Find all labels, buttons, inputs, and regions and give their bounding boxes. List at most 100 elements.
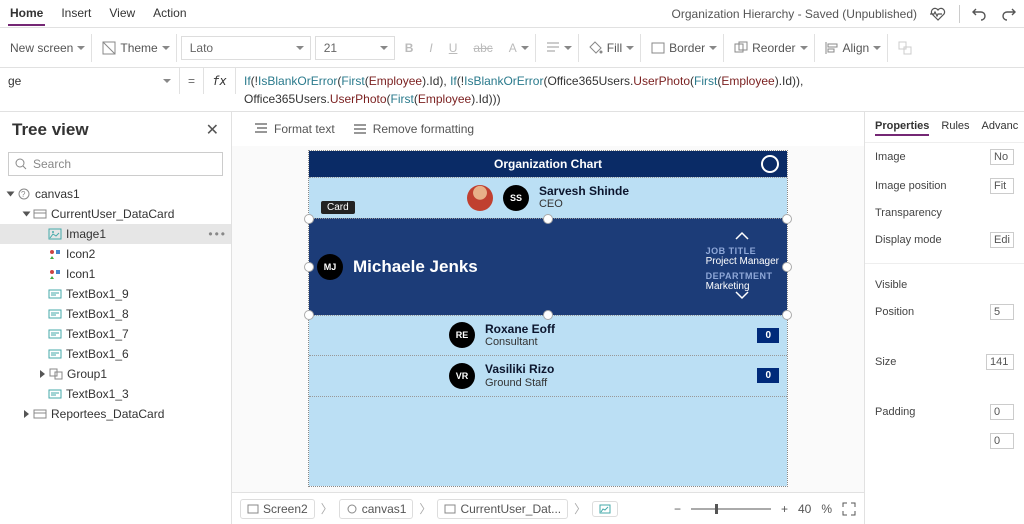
prop-padding-value2[interactable] [990, 433, 1014, 449]
search-placeholder: Search [33, 157, 71, 171]
image-icon [599, 504, 611, 514]
properties-pane: Properties Rules Advanc Image Image posi… [864, 112, 1024, 524]
report-row[interactable]: VR Vasiliki RizoGround Staff 0 [309, 355, 787, 396]
theme-icon [102, 41, 116, 55]
tree-search[interactable]: Search [8, 152, 223, 176]
tree-item-canvas1[interactable]: ?canvas1 [0, 184, 231, 204]
font-size-select[interactable]: 21 [315, 36, 395, 60]
count-badge: 0 [757, 368, 779, 383]
health-icon[interactable] [929, 6, 947, 22]
datacard-icon [33, 208, 47, 220]
format-text-button[interactable]: Format text [254, 122, 335, 136]
prop-padding-value[interactable] [990, 404, 1014, 420]
search-icon [15, 158, 27, 170]
ribbon: New screen Theme Lato 21 B I U abc A Fil… [0, 28, 1024, 68]
strike-button[interactable]: abc [467, 34, 498, 62]
report-role: Consultant [485, 336, 555, 349]
prop-position-value[interactable] [990, 304, 1014, 320]
group-button[interactable] [892, 34, 918, 62]
font-select[interactable]: Lato [181, 36, 311, 60]
tree-item-reportees[interactable]: Reportees_DataCard [0, 404, 231, 424]
font-color-button[interactable]: A [503, 34, 536, 62]
reorder-icon [734, 41, 748, 55]
tab-properties[interactable]: Properties [875, 118, 929, 136]
tab-advanced[interactable]: Advanc [982, 118, 1019, 136]
tree-item-tb17[interactable]: TextBox1_7 [0, 324, 231, 344]
align-icon [546, 42, 560, 54]
crumb-screen2[interactable]: Screen2 [240, 499, 315, 519]
tree-item-tb18[interactable]: TextBox1_8 [0, 304, 231, 324]
count-badge: 0 [757, 328, 779, 343]
redo-icon[interactable] [1000, 6, 1016, 22]
new-screen-button[interactable]: New screen [4, 34, 92, 62]
prop-size-label: Size [875, 356, 896, 368]
resize-handle[interactable] [782, 262, 792, 272]
gallery-icon: ? [17, 188, 31, 200]
fit-icon[interactable] [842, 502, 856, 516]
report-row[interactable]: RE Roxane EoffConsultant 0 [309, 315, 787, 356]
tree-item-tb13[interactable]: TextBox1_3 [0, 384, 231, 404]
close-tree-button[interactable]: ✕ [206, 120, 219, 140]
prop-position-label: Position [875, 306, 914, 318]
tab-rules[interactable]: Rules [941, 118, 969, 136]
breadcrumb-bar: Screen2 〉 canvas1 〉 CurrentUser_Dat... 〉… [232, 492, 864, 524]
tree-item-currentuser[interactable]: CurrentUser_DataCard [0, 204, 231, 224]
tree-item-tb19[interactable]: TextBox1_9 [0, 284, 231, 304]
app-preview[interactable]: Organization Chart SS Sarvesh ShindeCEO … [308, 150, 788, 487]
tree-item-icon2[interactable]: Icon2 [0, 244, 231, 264]
zoom-pct-label: % [821, 502, 832, 516]
datacard-icon [444, 504, 456, 514]
zoom-value: 40 [798, 502, 811, 516]
property-select[interactable]: ge [0, 68, 180, 94]
prop-dmode-value[interactable] [990, 232, 1014, 248]
report-name: Roxane Eoff [485, 322, 555, 336]
chevron-down-icon[interactable] [734, 290, 750, 300]
undo-icon[interactable] [972, 6, 988, 22]
tab-action[interactable]: Action [151, 2, 188, 26]
current-user-card[interactable]: Card MJ Michaele Jenks JOB TITLE Project… [309, 218, 787, 315]
tab-insert[interactable]: Insert [59, 2, 93, 26]
italic-button[interactable]: I [423, 34, 438, 62]
align-obj-button[interactable]: Align [819, 34, 889, 62]
tree-item-tb16[interactable]: TextBox1_6 [0, 344, 231, 364]
bold-button[interactable]: B [399, 34, 420, 62]
zoom-in-button[interactable]: + [781, 502, 788, 516]
align-text-button[interactable] [540, 34, 579, 62]
prop-size-value[interactable] [986, 354, 1014, 370]
avatar-initials: SS [503, 185, 529, 211]
tree-item-group1[interactable]: Group1 [0, 364, 231, 384]
zoom-slider[interactable] [691, 508, 771, 510]
textbox-icon [48, 328, 62, 340]
gallery-icon [346, 504, 358, 514]
crumb-sep: 〉 [572, 500, 588, 518]
crumb-image1[interactable] [592, 501, 618, 517]
tab-home[interactable]: Home [8, 2, 45, 26]
more-icon[interactable]: ••• [208, 227, 227, 241]
chevron-up-icon[interactable] [734, 231, 750, 241]
fill-button[interactable]: Fill [583, 34, 641, 62]
border-button[interactable]: Border [645, 34, 724, 62]
prop-imgpos-value[interactable] [990, 178, 1014, 194]
remove-format-button[interactable]: Remove formatting [353, 122, 474, 136]
prop-dmode-label: Display mode [875, 234, 942, 246]
ceo-row[interactable]: SS Sarvesh ShindeCEO [309, 177, 787, 218]
fill-icon [589, 41, 603, 55]
crumb-canvas1[interactable]: canvas1 [339, 499, 414, 519]
reorder-button[interactable]: Reorder [728, 34, 814, 62]
theme-button[interactable]: Theme [96, 34, 176, 62]
crumb-currentuser[interactable]: CurrentUser_Dat... [437, 499, 568, 519]
jobtitle-value: Project Manager [706, 256, 779, 267]
tree-item-image1[interactable]: Image1••• [0, 224, 231, 244]
avatar-initials: MJ [317, 254, 343, 280]
prop-visible-label: Visible [875, 279, 907, 291]
zoom-out-button[interactable]: − [674, 502, 681, 516]
refresh-icon[interactable] [761, 155, 779, 173]
resize-handle[interactable] [304, 262, 314, 272]
tree-item-icon1[interactable]: Icon1 [0, 264, 231, 284]
menu-bar: Home Insert View Action Organization Hie… [0, 0, 1024, 28]
report-role: Ground Staff [485, 377, 554, 390]
underline-button[interactable]: U [443, 34, 464, 62]
tab-view[interactable]: View [107, 2, 137, 26]
formula-input[interactable]: If(!IsBlankOrError(First(Employee).Id), … [236, 68, 1024, 112]
prop-image-value[interactable] [990, 149, 1014, 165]
